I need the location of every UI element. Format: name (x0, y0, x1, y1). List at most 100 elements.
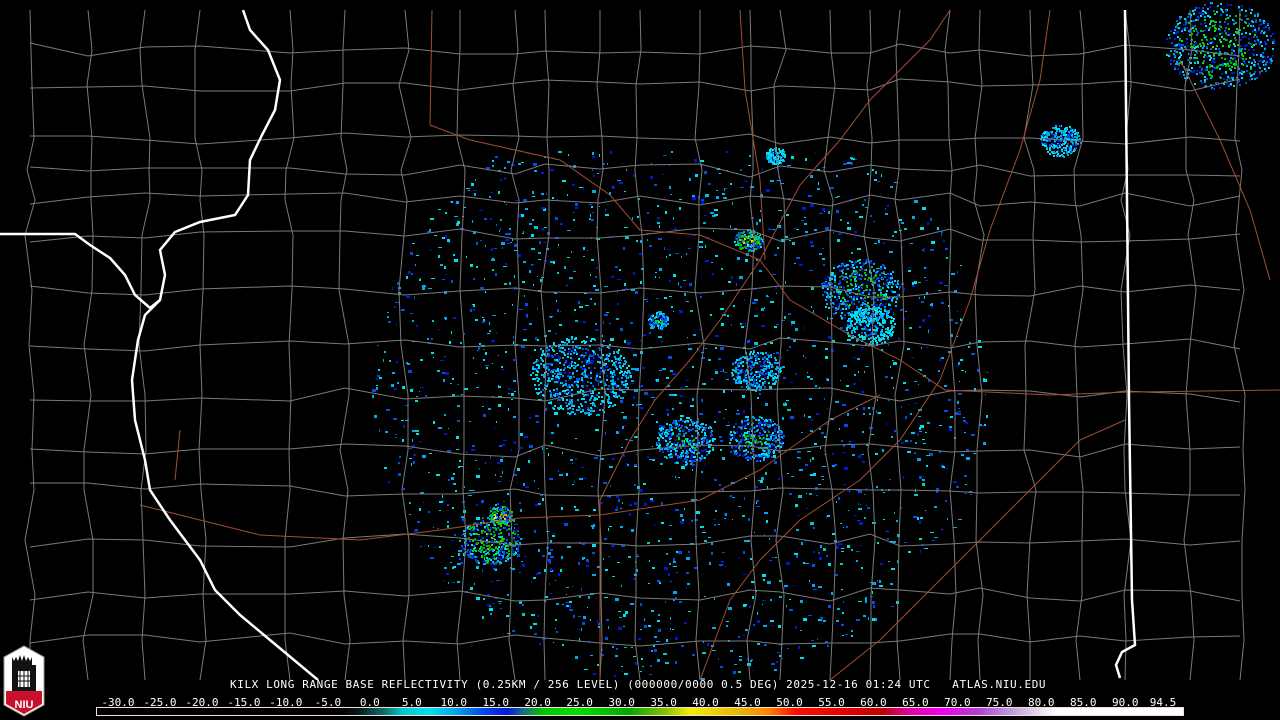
echo-pixel (741, 433, 742, 435)
echo-pixel (492, 160, 494, 162)
echo-pixel (710, 314, 712, 316)
echo-pixel (480, 546, 482, 548)
echo-pixel (869, 289, 871, 291)
echo-pixel (495, 156, 498, 158)
echo-pixel (671, 306, 673, 308)
echo-pixel (656, 379, 659, 381)
echo-pixel (592, 212, 594, 213)
echo-pixel (533, 623, 537, 625)
echo-pixel (498, 355, 499, 356)
echo-pixel (742, 371, 744, 373)
echo-pixel (534, 480, 535, 482)
echo-pixel (890, 308, 892, 310)
echo-pixel (814, 229, 817, 231)
echo-pixel (532, 196, 535, 197)
echo-pixel (773, 436, 775, 438)
echo-pixel (693, 334, 696, 336)
echo-pixel (548, 349, 550, 351)
echo-pixel (880, 292, 882, 294)
echo-pixel (883, 271, 885, 273)
echo-pixel (746, 236, 748, 238)
echo-pixel (880, 266, 882, 268)
echo-pixel (456, 436, 459, 439)
echo-pixel (872, 618, 875, 621)
echo-pixel (417, 521, 420, 523)
echo-pixel (637, 216, 639, 218)
echo-pixel (559, 324, 562, 326)
echo-pixel (419, 391, 420, 392)
echo-pixel (862, 204, 864, 206)
echo-pixel (474, 330, 475, 331)
echo-pixel (834, 275, 836, 277)
echo-pixel (623, 357, 625, 359)
echo-pixel (624, 191, 626, 192)
echo-pixel (466, 543, 468, 545)
echo-pixel (560, 405, 562, 407)
echo-pixel (846, 281, 848, 283)
echo-pixel (491, 548, 493, 550)
echo-pixel (854, 278, 856, 280)
echo-pixel (571, 336, 573, 338)
echo-pixel (691, 443, 693, 445)
radar-map[interactable] (0, 0, 1280, 680)
echo-pixel (869, 277, 871, 279)
echo-pixel (633, 354, 637, 356)
echo-pixel (840, 563, 843, 565)
echo-pixel (782, 417, 784, 420)
echo-pixel (742, 455, 744, 457)
echo-pixel (703, 197, 707, 198)
echo-pixel (723, 418, 725, 419)
echo-pixel (704, 540, 707, 542)
echo-pixel (450, 562, 452, 563)
echo-pixel (800, 657, 804, 659)
echo-pixel (540, 348, 542, 350)
echo-pixel (654, 524, 655, 526)
echo-pixel (702, 423, 704, 425)
echo-pixel (569, 379, 571, 381)
echo-pixel (786, 214, 789, 216)
echo-pixel (893, 387, 894, 389)
echo-pixel (621, 666, 623, 667)
echo-pixel (731, 324, 732, 326)
echo-pixel (505, 560, 507, 562)
echo-pixel (925, 432, 927, 433)
echo-pixel (877, 399, 878, 401)
echo-pixel (904, 317, 905, 320)
echo-pixel (740, 427, 742, 429)
echo-pixel (771, 434, 773, 436)
echo-pixel (578, 406, 580, 408)
echo-pixel (681, 425, 683, 427)
echo-pixel (587, 394, 589, 396)
echo-pixel (791, 321, 795, 324)
echo-pixel (576, 409, 578, 411)
echo-pixel (630, 603, 634, 605)
echo-pixel (445, 372, 449, 375)
echo-pixel (579, 187, 583, 188)
echo-pixel (712, 273, 714, 275)
echo-pixel (414, 296, 415, 299)
echo-pixel (562, 452, 563, 454)
echo-pixel (568, 154, 569, 156)
echo-pixel (682, 420, 684, 422)
echo-pixel (654, 649, 657, 652)
echo-pixel (762, 600, 766, 601)
echo-pixel (556, 388, 558, 390)
echo-pixel (672, 422, 674, 424)
echo-pixel (524, 295, 525, 297)
echo-pixel (964, 432, 966, 433)
echo-pixel (567, 230, 571, 231)
echo-pixel (663, 426, 665, 428)
echo-pixel (495, 529, 497, 531)
echo-pixel (731, 276, 733, 279)
echo-pixel (556, 603, 559, 605)
echo-pixel (791, 156, 794, 159)
echo-pixel (420, 546, 422, 547)
echo-pixel (942, 466, 945, 468)
echo-pixel (804, 217, 806, 218)
echo-pixel (398, 462, 400, 464)
echo-pixel (538, 503, 541, 505)
echo-pixel (541, 207, 545, 209)
echo-pixel (491, 544, 493, 546)
echo-pixel (513, 336, 514, 339)
echo-pixel (822, 466, 826, 467)
